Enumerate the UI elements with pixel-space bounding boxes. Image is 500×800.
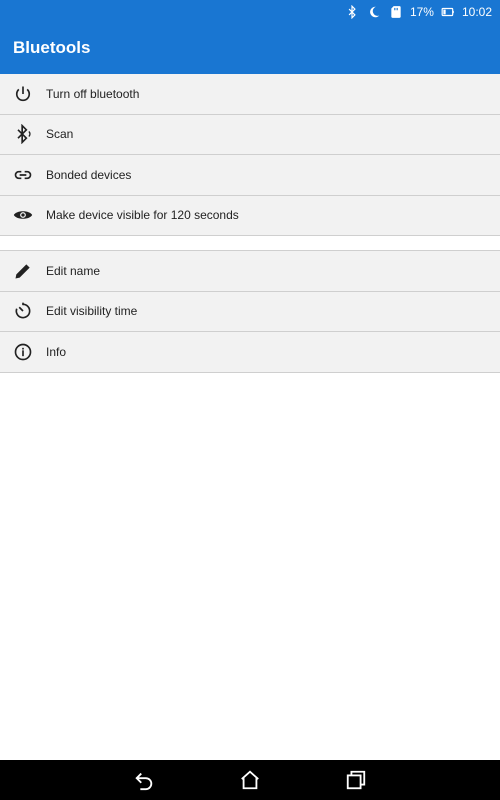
app-bar: 17% 10:02 Bluetools bbox=[0, 0, 500, 74]
home-icon[interactable] bbox=[236, 766, 264, 794]
menu-item-edit-name[interactable]: Edit name bbox=[0, 251, 500, 292]
menu-item-label: Info bbox=[46, 344, 67, 359]
menu-item-label: Scan bbox=[46, 127, 74, 142]
moon-icon bbox=[366, 4, 382, 20]
status-bar: 17% 10:02 bbox=[344, 2, 492, 22]
recents-icon[interactable] bbox=[342, 766, 370, 794]
pencil-icon bbox=[0, 261, 46, 281]
system-nav-bar bbox=[0, 760, 500, 800]
menu-item-bonded-devices[interactable]: Bonded devices bbox=[0, 155, 500, 196]
menu-item-edit-visibility-time[interactable]: Edit visibility time bbox=[0, 292, 500, 332]
status-time: 10:02 bbox=[461, 5, 492, 19]
sd-card-icon bbox=[388, 4, 404, 20]
bluetooth-scan-icon bbox=[0, 124, 46, 145]
power-icon bbox=[0, 84, 46, 104]
link-icon bbox=[0, 165, 46, 185]
menu-item-label: Make device visible for 120 seconds bbox=[46, 208, 239, 223]
menu-item-info[interactable]: Info bbox=[0, 332, 500, 373]
menu-item-label: Turn off bluetooth bbox=[46, 86, 140, 101]
menu-item-label: Bonded devices bbox=[46, 167, 132, 182]
menu-item-label: Edit visibility time bbox=[46, 304, 138, 319]
bluetooth-icon bbox=[344, 4, 360, 20]
timer-icon bbox=[0, 301, 46, 321]
battery-icon bbox=[440, 4, 456, 20]
main-menu-list: Turn off bluetooth Scan Bonded devices M… bbox=[0, 74, 500, 236]
info-icon bbox=[0, 342, 46, 362]
menu-item-scan[interactable]: Scan bbox=[0, 115, 500, 155]
app-title: Bluetools bbox=[13, 38, 91, 57]
settings-menu-list: Edit name Edit visibility time Info bbox=[0, 250, 500, 373]
menu-item-turn-off-bluetooth[interactable]: Turn off bluetooth bbox=[0, 74, 500, 115]
back-icon[interactable] bbox=[130, 766, 158, 794]
menu-item-make-visible[interactable]: Make device visible for 120 seconds bbox=[0, 196, 500, 236]
eye-icon bbox=[0, 205, 46, 225]
menu-item-label: Edit name bbox=[46, 263, 101, 278]
battery-percent: 17% bbox=[409, 5, 434, 19]
